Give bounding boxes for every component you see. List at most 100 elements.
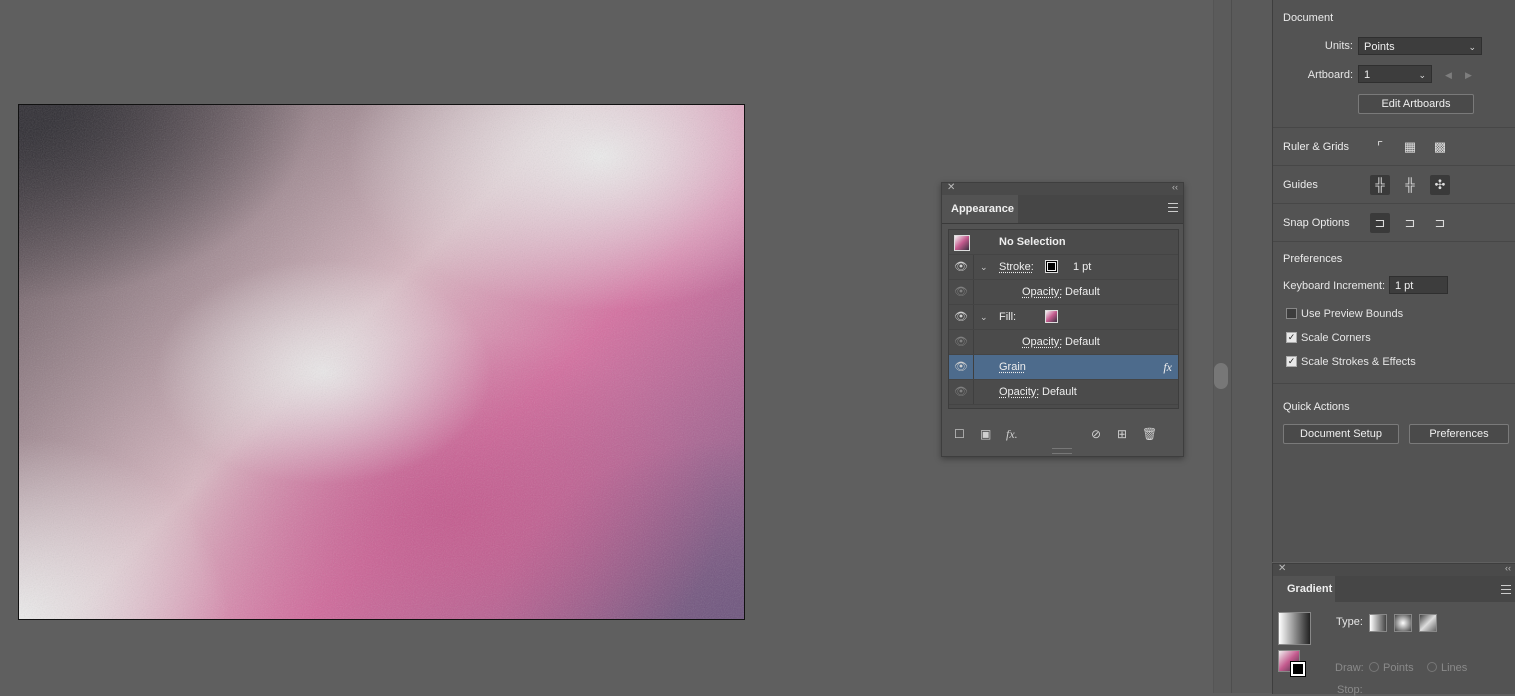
fill-opacity-value: Default xyxy=(1065,336,1100,348)
draw-points-label[interactable]: Points xyxy=(1383,662,1414,674)
stroke-swatch[interactable] xyxy=(1045,260,1058,273)
draw-lines-radio[interactable] xyxy=(1427,662,1437,672)
new-fill-icon[interactable]: ▣ xyxy=(980,427,991,441)
artboard-canvas[interactable] xyxy=(18,104,745,620)
ruler-grids-label: Ruler & Grids xyxy=(1283,141,1350,153)
trash-icon[interactable]: 🗑 xyxy=(1142,427,1157,441)
preferences-button[interactable]: Preferences xyxy=(1409,424,1509,444)
object-opacity-row[interactable]: 👁 Opacity: Default xyxy=(949,380,1178,405)
fill-row[interactable]: 👁 ⌄ Fill: xyxy=(949,305,1178,330)
grain-effect-label[interactable]: Grain xyxy=(999,355,1026,379)
gradient-panel: ✕ ‹‹ Gradient Type: Draw: Points Lines S… xyxy=(1272,563,1515,696)
grain-texture xyxy=(19,105,744,619)
fill-swatch[interactable] xyxy=(1045,310,1058,323)
stop-label: Stop: xyxy=(1337,684,1363,696)
clear-appearance-icon[interactable]: ⊘ xyxy=(1091,427,1101,441)
fill-opacity-label[interactable]: Opacity: xyxy=(1022,330,1062,354)
stroke-opacity-label[interactable]: Opacity: xyxy=(1022,280,1062,304)
gradient-tabbar: Gradient xyxy=(1273,576,1515,602)
draw-label: Draw: xyxy=(1335,662,1364,674)
fx-icon[interactable]: fx xyxy=(1163,355,1172,379)
object-opacity-value: Default xyxy=(1042,386,1077,398)
tab-appearance[interactable]: Appearance xyxy=(942,195,1018,223)
visibility-eye-icon[interactable]: 👁 xyxy=(954,330,968,354)
snap-to-glyph-icon[interactable]: ⊐ xyxy=(1430,213,1450,233)
ruler-icon[interactable]: ⌜ xyxy=(1370,137,1390,157)
tab-gradient[interactable]: Gradient xyxy=(1273,576,1335,602)
scale-strokes-label[interactable]: Scale Strokes & Effects xyxy=(1301,356,1416,368)
stroke-weight[interactable]: 1 pt xyxy=(1073,255,1091,279)
smart-guides-icon[interactable]: ✣ xyxy=(1430,175,1450,195)
show-guides-icon[interactable]: ╬ xyxy=(1370,175,1390,195)
scale-strokes-checkbox[interactable]: ✓ xyxy=(1286,356,1297,367)
grid-icon[interactable]: ▦ xyxy=(1400,137,1420,157)
keyboard-increment-value: 1 pt xyxy=(1395,280,1414,292)
draw-points-radio[interactable] xyxy=(1369,662,1379,672)
grain-effect-row[interactable]: 👁 Grain fx xyxy=(949,355,1178,380)
scrollbar-thumb[interactable] xyxy=(1214,363,1228,389)
fill-opacity-row[interactable]: 👁 Opacity: Default xyxy=(949,330,1178,355)
linear-gradient-icon[interactable] xyxy=(1369,614,1387,632)
chevron-down-icon[interactable]: ⌄ xyxy=(980,305,988,329)
vertical-scrollbar[interactable] xyxy=(1213,0,1232,693)
snap-to-point-icon[interactable]: ⊐ xyxy=(1370,213,1390,233)
units-value: Points xyxy=(1364,41,1395,53)
units-select[interactable]: Points ⌄ xyxy=(1358,37,1482,55)
stroke-label[interactable]: Stroke: xyxy=(999,255,1034,279)
scale-corners-label[interactable]: Scale Corners xyxy=(1301,332,1371,344)
previous-artboard-icon[interactable]: ◀ xyxy=(1445,70,1452,81)
appearance-footer: ☐ ▣ fx. ⊘ ⊞ 🗑 xyxy=(942,424,1183,446)
selection-status: No Selection xyxy=(999,236,1066,248)
radial-gradient-icon[interactable] xyxy=(1394,614,1412,632)
use-preview-bounds-label[interactable]: Use Preview Bounds xyxy=(1301,308,1403,320)
transparency-grid-icon[interactable]: ▩ xyxy=(1430,137,1450,157)
close-icon[interactable]: ✕ xyxy=(947,182,955,193)
resize-grip[interactable] xyxy=(1052,448,1072,454)
panel-menu-icon[interactable] xyxy=(1501,585,1511,597)
type-label: Type: xyxy=(1336,616,1363,628)
snap-options-label: Snap Options xyxy=(1283,217,1350,229)
stroke-row[interactable]: 👁 ⌄ Stroke: 1 pt xyxy=(949,255,1178,280)
divider xyxy=(1273,127,1515,128)
appearance-list: No Selection 👁 ⌄ Stroke: 1 pt 👁 Opacity:… xyxy=(948,229,1179,409)
use-preview-bounds-checkbox[interactable] xyxy=(1286,308,1297,319)
divider xyxy=(1273,383,1515,384)
divider xyxy=(1273,203,1515,204)
freeform-gradient-icon[interactable] xyxy=(1419,614,1437,632)
document-setup-button[interactable]: Document Setup xyxy=(1283,424,1399,444)
object-opacity-label[interactable]: Opacity: xyxy=(999,380,1039,404)
gradient-preview[interactable] xyxy=(1278,612,1311,645)
visibility-eye-icon[interactable]: 👁 xyxy=(954,280,968,304)
duplicate-icon[interactable]: ⊞ xyxy=(1117,427,1127,441)
visibility-eye-icon[interactable]: 👁 xyxy=(954,355,968,379)
collapse-icon[interactable]: ‹‹ xyxy=(1505,563,1511,573)
new-stroke-icon[interactable]: ☐ xyxy=(954,427,965,441)
scale-corners-checkbox[interactable]: ✓ xyxy=(1286,332,1297,343)
keyboard-increment-input[interactable]: 1 pt xyxy=(1389,276,1448,294)
close-icon[interactable]: ✕ xyxy=(1278,563,1286,574)
visibility-eye-icon[interactable]: 👁 xyxy=(954,255,968,279)
edit-artboards-button[interactable]: Edit Artboards xyxy=(1358,94,1474,114)
divider xyxy=(1273,165,1515,166)
appearance-titlebar[interactable]: ✕ ‹‹ xyxy=(942,182,1183,195)
fx-icon[interactable]: fx. xyxy=(1006,427,1018,442)
lock-guides-icon[interactable]: ╬ xyxy=(1400,175,1420,195)
visibility-eye-icon[interactable]: 👁 xyxy=(954,380,968,404)
artboard-select[interactable]: 1 ⌄ xyxy=(1358,65,1432,83)
collapse-icon[interactable]: ‹‹ xyxy=(1172,182,1178,192)
stroke-swatch[interactable] xyxy=(1290,661,1306,677)
document-section-title: Document xyxy=(1283,12,1334,24)
stroke-opacity-value: Default xyxy=(1065,286,1100,298)
visibility-eye-icon[interactable]: 👁 xyxy=(954,305,968,329)
gradient-titlebar[interactable]: ✕ ‹‹ xyxy=(1273,563,1515,576)
panel-menu-icon[interactable] xyxy=(1168,203,1178,213)
appearance-panel: ✕ ‹‹ Appearance No Selection 👁 ⌄ Stroke:… xyxy=(941,182,1184,457)
next-artboard-icon[interactable]: ▶ xyxy=(1465,70,1472,81)
chevron-down-icon: ⌄ xyxy=(1468,42,1476,52)
snap-to-pixel-icon[interactable]: ⊐ xyxy=(1400,213,1420,233)
draw-lines-label[interactable]: Lines xyxy=(1441,662,1467,674)
stroke-opacity-row[interactable]: 👁 Opacity: Default xyxy=(949,280,1178,305)
panel-dock-gutter xyxy=(1231,0,1272,693)
fill-label[interactable]: Fill: xyxy=(999,305,1016,329)
chevron-down-icon[interactable]: ⌄ xyxy=(980,255,988,279)
